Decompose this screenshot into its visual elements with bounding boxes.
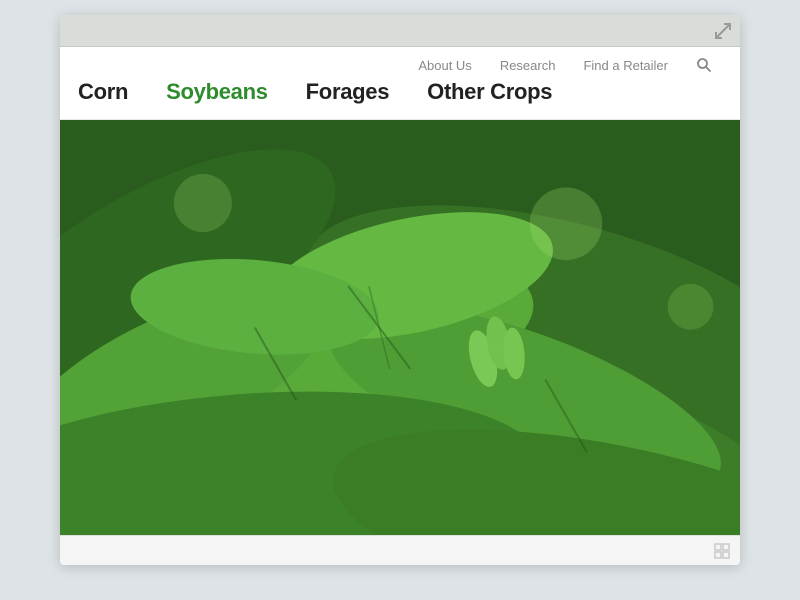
- about-us-link[interactable]: About Us: [418, 58, 471, 73]
- hero-image: [60, 120, 740, 535]
- main-nav: Corn Soybeans Forages Other Crops: [60, 79, 740, 119]
- nav-corn[interactable]: Corn: [78, 79, 156, 105]
- grid-icon[interactable]: [714, 543, 730, 559]
- nav-soybeans[interactable]: Soybeans: [156, 79, 296, 105]
- nav-forages[interactable]: Forages: [296, 79, 417, 105]
- top-nav: About Us Research Find a Retailer: [60, 47, 740, 79]
- search-icon[interactable]: [696, 57, 712, 73]
- research-link[interactable]: Research: [500, 58, 556, 73]
- nav-other-crops[interactable]: Other Crops: [417, 79, 580, 105]
- browser-window: About Us Research Find a Retailer Corn S…: [60, 15, 740, 565]
- site-header: About Us Research Find a Retailer Corn S…: [60, 47, 740, 120]
- find-retailer-link[interactable]: Find a Retailer: [583, 58, 668, 73]
- browser-chrome: [60, 15, 740, 47]
- bottom-bar: [60, 535, 740, 565]
- expand-icon[interactable]: [714, 22, 732, 40]
